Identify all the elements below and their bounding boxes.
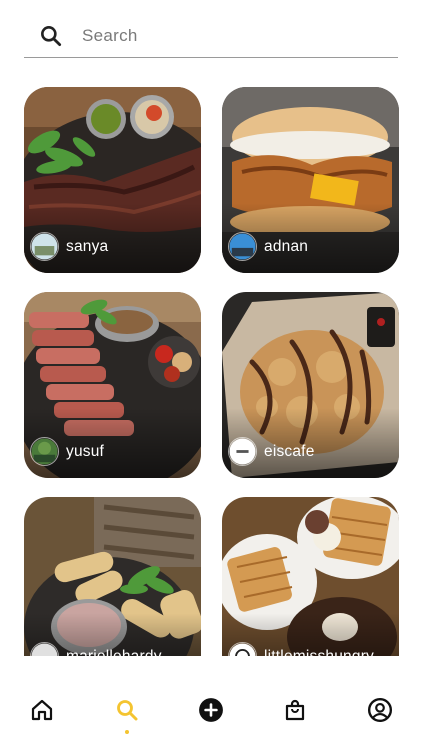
profile-icon (367, 697, 392, 723)
nav-shop[interactable] (275, 690, 315, 730)
avatar (228, 232, 257, 261)
feed-card[interactable]: eiscafe (222, 292, 399, 478)
username: yusuf (66, 442, 105, 460)
username: sanya (66, 237, 109, 255)
nav-home[interactable] (22, 690, 62, 730)
shopping-bag-icon (286, 699, 305, 721)
card-user[interactable]: adnan (228, 232, 308, 261)
search-icon (116, 700, 138, 721)
active-indicator (124, 730, 129, 734)
card-user[interactable]: sanya (30, 232, 108, 261)
card-user[interactable]: mariellehardy (30, 642, 162, 656)
bottom-nav (0, 690, 422, 734)
username: adnan (264, 237, 309, 255)
avatar (30, 642, 59, 656)
feed-card[interactable]: sanya (24, 87, 201, 273)
feed-card[interactable]: yusuf (24, 292, 201, 478)
nav-search[interactable] (107, 690, 147, 734)
username: littlemisshungry (264, 647, 375, 657)
add-icon (199, 698, 223, 722)
avatar (30, 232, 59, 261)
avatar (228, 642, 257, 656)
card-user[interactable]: yusuf (30, 437, 104, 466)
nav-add[interactable] (191, 690, 231, 730)
nav-profile[interactable] (360, 690, 400, 730)
feed-grid: sanya adnan yusuf eiscafe mariellehardy … (0, 0, 422, 656)
username: eiscafe (264, 442, 315, 460)
username: mariellehardy (66, 647, 162, 657)
feed-card[interactable]: littlemisshungry (222, 497, 399, 656)
feed-card[interactable]: adnan (222, 87, 399, 273)
card-user[interactable]: eiscafe (228, 437, 315, 466)
feed-card[interactable]: mariellehardy (24, 497, 201, 656)
home-icon (32, 699, 53, 721)
card-user[interactable]: littlemisshungry (228, 642, 374, 656)
avatar (228, 437, 257, 466)
avatar (30, 437, 59, 466)
